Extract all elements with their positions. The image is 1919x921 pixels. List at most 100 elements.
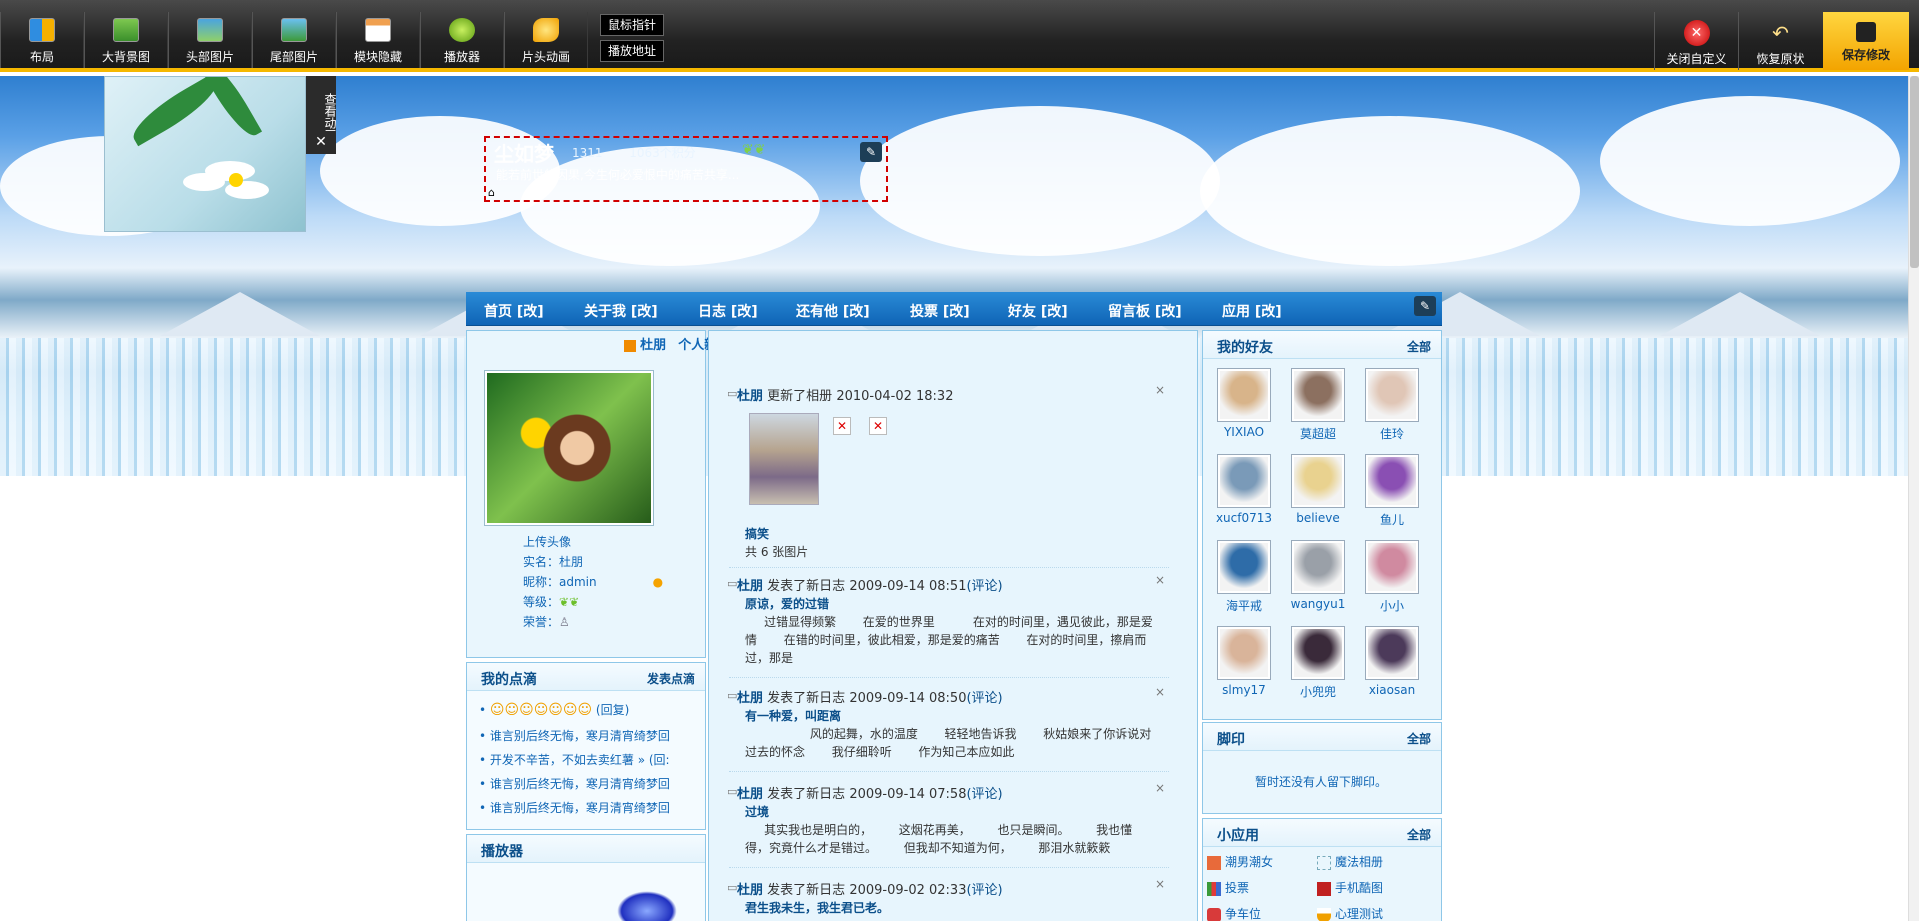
feed-user[interactable]: 杜朋 [737, 787, 763, 802]
nav-change-link[interactable]: [改] [517, 304, 544, 320]
feed-close-button[interactable]: × [1155, 685, 1165, 699]
footer-image-button[interactable]: 尾部图片 [252, 12, 336, 68]
site-title-editable-box[interactable]: 尘如梦 1311 1063个积分 ❦❦ 能若前世的因果,今生何必爱恨中的痛苦共享… [484, 136, 888, 202]
intro-animation-button[interactable]: 片头动画 [504, 12, 588, 68]
upload-avatar-link[interactable]: 上传头像 [523, 533, 571, 550]
friend-avatar[interactable] [1292, 455, 1344, 507]
mouse-pointer-button[interactable]: 鼠标指针 [600, 14, 664, 36]
friend-item[interactable]: 鱼儿 [1363, 455, 1421, 528]
friend-name[interactable]: 莫超超 [1289, 425, 1347, 442]
app-psych-test[interactable]: 心理测试 [1317, 905, 1383, 921]
background-image-button[interactable]: 大背景图 [84, 12, 168, 68]
post-dotdrop-link[interactable]: 发表点滴 [647, 670, 695, 687]
feed-header-user[interactable]: 杜朋 [640, 338, 666, 353]
nav-change-link[interactable]: [改] [843, 304, 870, 320]
friends-all-link[interactable]: 全部 [1407, 338, 1431, 355]
friend-avatar[interactable] [1366, 369, 1418, 421]
nav-change-link[interactable]: [改] [1255, 304, 1282, 320]
feed-title[interactable]: 过境 [745, 803, 769, 820]
friend-name[interactable]: wangyu1 [1289, 597, 1347, 611]
page-scrollbar[interactable] [1908, 76, 1919, 921]
edit-title-button[interactable]: ✎ [860, 142, 882, 162]
play-address-button[interactable]: 播放地址 [600, 40, 664, 62]
friend-item[interactable]: 海平戒 [1215, 541, 1273, 614]
comment-link[interactable]: (评论) [966, 691, 1002, 706]
comment-link[interactable]: (评论) [966, 579, 1002, 594]
broken-image-icon[interactable]: ✕ [833, 417, 851, 435]
friend-name[interactable]: 海平戒 [1215, 597, 1273, 614]
nav-change-link[interactable]: [改] [631, 304, 658, 320]
friend-avatar[interactable] [1292, 627, 1344, 679]
player-button[interactable]: 播放器 [420, 12, 504, 68]
nav-item-guestbook[interactable]: 留言板 [改] [1108, 301, 1182, 321]
friend-avatar[interactable] [1366, 455, 1418, 507]
feed-user[interactable]: 杜朋 [737, 389, 763, 404]
friend-avatar[interactable] [1218, 455, 1270, 507]
feed-title[interactable]: 原谅，爱的过错 [745, 595, 829, 612]
restore-button[interactable]: ↶ 恢复原状 [1738, 12, 1822, 70]
feed-close-button[interactable]: × [1155, 877, 1165, 891]
friend-avatar[interactable] [1292, 541, 1344, 593]
album-photo[interactable] [749, 413, 819, 505]
reply-link[interactable]: (回复) [596, 703, 629, 717]
header-image-button[interactable]: 头部图片 [168, 12, 252, 68]
layout-button[interactable]: 布局 [0, 12, 84, 68]
nav-item-home[interactable]: 首页 [改] [484, 301, 544, 321]
close-animation-button[interactable]: ✕ [306, 132, 336, 154]
feed-title[interactable]: 有一种爱，叫距离 [745, 707, 841, 724]
friend-item[interactable]: 小兜兜 [1289, 627, 1347, 700]
dotdrop-line[interactable]: • 谁言别后终无悔，寒月清宵绮梦回 [479, 775, 670, 792]
feed-user[interactable]: 杜朋 [737, 691, 763, 706]
nav-item-about[interactable]: 关于我 [改] [584, 301, 658, 321]
nav-item-friends[interactable]: 好友 [改] [1008, 301, 1068, 321]
app-vote[interactable]: 投票 [1207, 879, 1249, 896]
friend-item[interactable]: slmy17 [1215, 627, 1273, 697]
edit-nav-button[interactable]: ✎ [1414, 296, 1436, 316]
friend-item[interactable]: YIXIAO [1215, 369, 1273, 439]
profile-avatar[interactable] [485, 371, 653, 525]
app-fashion[interactable]: 潮男潮女 [1207, 853, 1273, 870]
friend-name[interactable]: YIXIAO [1215, 425, 1273, 439]
friend-name[interactable]: 小兜兜 [1289, 683, 1347, 700]
nav-change-link[interactable]: [改] [1155, 304, 1182, 320]
feed-close-button[interactable]: × [1155, 573, 1165, 587]
comment-link[interactable]: (评论) [966, 787, 1002, 802]
friend-item[interactable]: xiaosan [1363, 627, 1421, 697]
player-widget[interactable] [617, 891, 677, 921]
friend-name[interactable]: xucf0713 [1215, 511, 1273, 525]
friend-item[interactable]: 小小 [1363, 541, 1421, 614]
app-mobile-pic[interactable]: 手机酷图 [1317, 879, 1383, 896]
nav-item-vote[interactable]: 投票 [改] [910, 301, 970, 321]
friend-item[interactable]: xucf0713 [1215, 455, 1273, 525]
close-custom-button[interactable]: ✕ 关闭自定义 [1654, 12, 1738, 70]
friend-name[interactable]: believe [1289, 511, 1347, 525]
friend-item[interactable]: wangyu1 [1289, 541, 1347, 611]
feed-close-button[interactable]: × [1155, 781, 1165, 795]
friend-name[interactable]: 小小 [1363, 597, 1421, 614]
friend-item[interactable]: believe [1289, 455, 1347, 525]
friend-avatar[interactable] [1218, 541, 1270, 593]
nav-item-apps[interactable]: 应用 [改] [1222, 301, 1282, 321]
friend-name[interactable]: 鱼儿 [1363, 511, 1421, 528]
nav-change-link[interactable]: [改] [1041, 304, 1068, 320]
feed-user[interactable]: 杜朋 [737, 883, 763, 898]
save-button[interactable]: 保存修改 [1823, 12, 1909, 70]
comment-link[interactable]: (评论) [966, 883, 1002, 898]
module-hide-button[interactable]: 模块隐藏 [336, 12, 420, 68]
dotdrop-line[interactable]: • 谁言别后终无悔，寒月清宵绮梦回 [479, 727, 670, 744]
broken-image-icon[interactable]: ✕ [869, 417, 887, 435]
footprint-all-link[interactable]: 全部 [1407, 730, 1431, 747]
nav-item-blog[interactable]: 日志 [改] [698, 301, 758, 321]
friend-avatar[interactable] [1366, 627, 1418, 679]
dotdrop-line[interactable]: • 谁言别后终无悔，寒月清宵绮梦回 [479, 799, 670, 816]
friend-name[interactable]: xiaosan [1363, 683, 1421, 697]
feed-user[interactable]: 杜朋 [737, 579, 763, 594]
friend-name[interactable]: 佳玲 [1363, 425, 1421, 442]
dotdrop-line[interactable]: • 开发不辛苦，不如去卖红薯 » (回: [479, 751, 670, 768]
feed-close-button[interactable]: × [1155, 383, 1165, 397]
app-parking[interactable]: 争车位 [1207, 905, 1261, 921]
app-magic-album[interactable]: 魔法相册 [1317, 853, 1383, 870]
friend-avatar[interactable] [1366, 541, 1418, 593]
scrollbar-thumb[interactable] [1910, 76, 1919, 268]
feed-title[interactable]: 搞笑 [745, 525, 769, 542]
